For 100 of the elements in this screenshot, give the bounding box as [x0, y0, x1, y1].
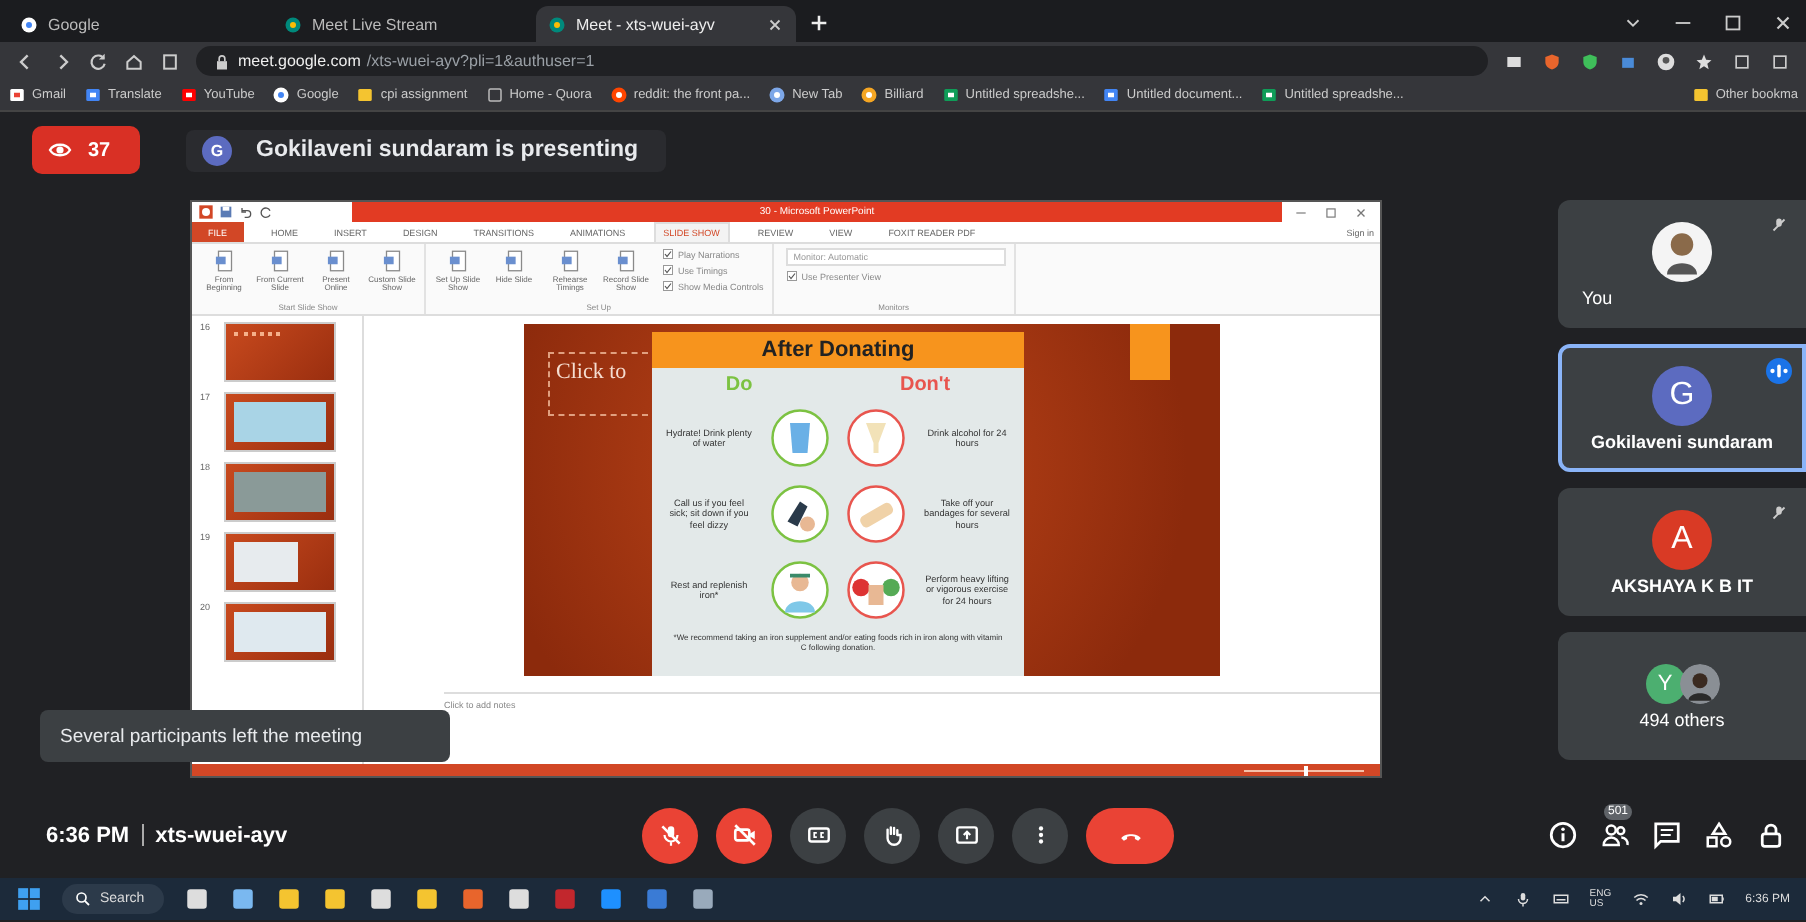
participant-name: AKSHAYA K B IT [1610, 575, 1753, 595]
microphone-off-icon [657, 822, 683, 848]
home-icon[interactable] [124, 51, 144, 71]
site-icon [284, 15, 302, 33]
camera-button[interactable] [716, 807, 772, 863]
checkbox[interactable] [662, 280, 674, 292]
avatar-icon [1679, 663, 1719, 703]
lock-icon[interactable] [1756, 820, 1786, 850]
browser-tab[interactable]: Meet Live Stream [272, 6, 532, 42]
participant-tile[interactable]: You [1558, 200, 1806, 328]
slide-icon [501, 248, 527, 274]
do-heading: Do [725, 373, 753, 395]
slide-icon [379, 248, 405, 274]
participant-tile[interactable]: Y 494 others [1558, 632, 1806, 760]
redo-icon[interactable] [258, 204, 274, 220]
checkbox[interactable] [662, 264, 674, 276]
address-field[interactable]: meet.google.com /xts-wuei-ayv?pli=1&authuser=1 [196, 46, 1488, 76]
slide-icon [557, 248, 583, 274]
app-icon[interactable] [322, 886, 349, 912]
participant-tile[interactable]: A AKSHAYA K B IT [1558, 488, 1806, 616]
app-icon[interactable] [690, 886, 717, 912]
app-icon[interactable] [598, 886, 625, 912]
browser-tab[interactable]: Meet - xts-wuei-ayv [536, 6, 796, 42]
checkbox[interactable] [662, 248, 674, 260]
start-icon[interactable] [16, 886, 42, 912]
site-icon [860, 86, 879, 104]
slide-icon [211, 248, 237, 274]
app-icon[interactable] [414, 886, 441, 912]
info-icon[interactable] [1548, 820, 1578, 850]
checkbox[interactable] [785, 270, 798, 282]
keyboard-icon[interactable] [1551, 890, 1570, 908]
participant-tile[interactable]: G Gokilaveni sundaram [1558, 344, 1806, 472]
presenting-text: Gokilaveni sundaram is presenting [256, 138, 639, 162]
captions-icon [805, 822, 831, 848]
participants-badge[interactable]: 37 [32, 126, 140, 174]
slide-decoration [1130, 324, 1170, 380]
close-icon[interactable] [1772, 12, 1794, 34]
app-icon[interactable] [460, 886, 487, 912]
url-host: meet.google.com [238, 52, 361, 70]
profile-icon[interactable] [1656, 51, 1676, 71]
app-icon[interactable] [276, 886, 303, 912]
battery-icon[interactable] [1707, 890, 1726, 908]
new-tab-icon[interactable] [808, 12, 830, 34]
speaker-icon[interactable] [1669, 890, 1688, 908]
app-icon[interactable] [506, 886, 533, 912]
slide-icon [613, 248, 639, 274]
slide-thumbnail[interactable] [224, 602, 336, 662]
maximize-icon[interactable] [1722, 12, 1744, 34]
glass-icon [770, 408, 830, 468]
site-icon [548, 15, 566, 33]
app-icon[interactable] [368, 886, 395, 912]
close-icon[interactable] [766, 15, 784, 33]
browser-tab[interactable]: Google [8, 6, 268, 42]
avatar-initial: G [1652, 365, 1712, 425]
title-field[interactable]: Click to [548, 352, 648, 416]
infographic-title: After Donating [652, 332, 1024, 368]
reload-icon[interactable] [88, 51, 108, 71]
lock-icon [212, 51, 232, 71]
person-icon [770, 560, 830, 620]
avatar-initial: A [1652, 509, 1712, 569]
participant-name: Gokilaveni sundaram [1590, 431, 1774, 451]
slide-icon [267, 248, 293, 274]
tab-title: Meet Live Stream [312, 15, 440, 33]
present-button[interactable] [938, 807, 994, 863]
search-icon [74, 890, 92, 908]
slide-thumbnail[interactable] [224, 392, 336, 452]
save-icon[interactable] [218, 204, 234, 220]
chat-icon[interactable] [1652, 820, 1682, 850]
camera-off-icon [731, 822, 757, 848]
site-icon [1260, 86, 1279, 104]
raise-hand-button[interactable] [864, 807, 920, 863]
leave-call-button[interactable] [1086, 807, 1174, 863]
tab-title: Google [48, 15, 102, 33]
participant-name: You [1582, 287, 1613, 307]
site-icon [768, 86, 787, 104]
app-icon[interactable] [230, 886, 257, 912]
site-icon [83, 86, 102, 104]
bandage-icon [846, 484, 906, 544]
undo-icon[interactable] [238, 204, 254, 220]
site-icon [1691, 86, 1710, 104]
activities-icon[interactable] [1704, 820, 1734, 850]
tab-title: Meet - xts-wuei-ayv [576, 15, 717, 33]
dont-heading: Don't [899, 373, 951, 395]
people-icon[interactable] [1600, 820, 1630, 850]
microphone-icon[interactable] [1513, 890, 1532, 908]
slide-thumbnail[interactable] [224, 462, 336, 522]
site-icon [179, 86, 198, 104]
slide-thumbnail[interactable] [224, 322, 336, 382]
slide-icon [445, 248, 471, 274]
eye-icon [48, 138, 72, 162]
slide-thumbnail[interactable] [224, 532, 336, 592]
site-icon [272, 86, 291, 104]
avatar-icon [1652, 221, 1712, 281]
wifi-icon[interactable] [1631, 890, 1650, 908]
captions-button[interactable] [790, 807, 846, 863]
site-icon [485, 86, 504, 104]
star-icon[interactable] [1694, 51, 1714, 71]
app-icon[interactable] [184, 886, 211, 912]
site-icon [941, 86, 960, 104]
microphone-button[interactable] [642, 807, 698, 863]
